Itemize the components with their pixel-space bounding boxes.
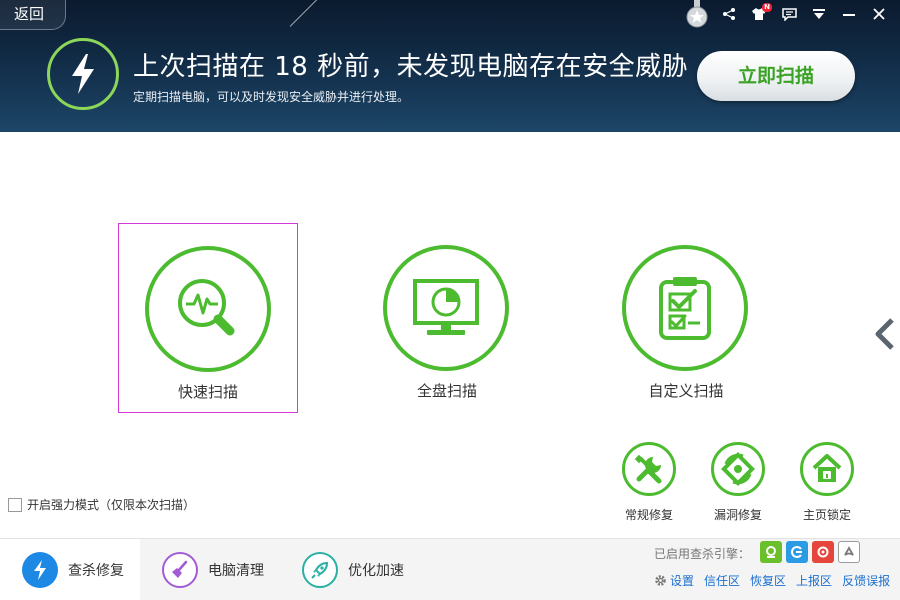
- full-scan-label: 全盘扫描: [416, 382, 477, 400]
- engine-blue-icon[interactable]: [786, 541, 808, 563]
- chevron-left-icon[interactable]: [872, 316, 896, 352]
- quick-scan-label: 快速扫描: [177, 383, 238, 401]
- bolt-icon: [22, 552, 58, 588]
- minimize-icon[interactable]: [838, 3, 860, 25]
- routine-repair-label: 常规修复: [624, 508, 673, 522]
- tab-pc-cleanup-label: 电脑清理: [208, 563, 264, 579]
- vulnerability-repair-label: 漏洞修复: [713, 508, 762, 522]
- homepage-lock-tool[interactable]: 主页锁定: [792, 442, 862, 532]
- menu-icon[interactable]: [808, 3, 830, 25]
- message-icon[interactable]: [778, 3, 800, 25]
- broom-icon: [162, 552, 198, 588]
- routine-repair-tool[interactable]: 常规修复: [614, 442, 684, 532]
- full-scan-icon: [383, 245, 509, 371]
- rocket-icon: [302, 552, 338, 588]
- medal-icon[interactable]: [686, 0, 708, 28]
- close-icon[interactable]: [868, 3, 890, 25]
- custom-scan-label: 自定义扫描: [648, 382, 724, 400]
- custom-scan-icon: [622, 245, 748, 371]
- skin-icon[interactable]: N: [748, 3, 772, 25]
- engines-label: 已启用查杀引擎：: [654, 547, 751, 561]
- new-badge: N: [762, 3, 772, 12]
- homepage-lock-label: 主页锁定: [802, 508, 851, 522]
- tab-antivirus-repair-label: 查杀修复: [68, 563, 124, 579]
- quick-scan-option[interactable]: 快速扫描: [118, 223, 298, 413]
- custom-scan-option[interactable]: 自定义扫描: [596, 223, 776, 413]
- upload-zone-link[interactable]: 上报区: [796, 572, 832, 589]
- strong-mode-label: 开启强力模式（仅限本次扫描）: [27, 498, 196, 512]
- false-positive-feedback-link[interactable]: 反馈误报: [842, 572, 890, 589]
- settings-link[interactable]: 设置: [654, 572, 694, 589]
- settings-label: 设置: [670, 574, 695, 588]
- scan-header: 返回 上次扫描在 18 秒前，未发现电脑存在安全威胁 定期扫描电脑，可以及时发现…: [0, 0, 900, 132]
- engine-red-icon[interactable]: [812, 541, 834, 563]
- tab-optimize-speed[interactable]: 优化加速: [280, 539, 420, 600]
- vulnerability-repair-tool[interactable]: 漏洞修复: [703, 442, 773, 532]
- engine-green-icon[interactable]: [760, 541, 782, 563]
- scan-now-button[interactable]: 立即扫描: [697, 51, 855, 101]
- home-lock-icon: [800, 442, 854, 496]
- share-icon[interactable]: [718, 3, 740, 25]
- scan-status-subline: 定期扫描电脑，可以及时发现安全威胁并进行处理。: [133, 90, 410, 104]
- strong-mode-toggle[interactable]: 开启强力模式（仅限本次扫描）: [8, 496, 195, 513]
- quick-scan-icon: [145, 246, 271, 372]
- engine-icons: [760, 541, 860, 563]
- gear-icon: [655, 575, 666, 586]
- tab-pc-cleanup[interactable]: 电脑清理: [140, 539, 280, 600]
- bottom-links: 设置 信任区 恢复区 上报区 反馈误报: [654, 572, 890, 589]
- tab-antivirus-repair[interactable]: 查杀修复: [0, 539, 140, 600]
- status-bolt-icon: [47, 38, 119, 110]
- strong-mode-checkbox[interactable]: [8, 497, 22, 512]
- engine-gray-icon[interactable]: [838, 541, 860, 563]
- header-streak: [289, 0, 321, 27]
- tab-optimize-speed-label: 优化加速: [348, 563, 404, 579]
- full-scan-option[interactable]: 全盘扫描: [357, 223, 537, 413]
- vulnerability-icon: [711, 442, 765, 496]
- scan-status-headline: 上次扫描在 18 秒前，未发现电脑存在安全威胁: [133, 52, 689, 82]
- trust-zone-link[interactable]: 信任区: [704, 572, 740, 589]
- restore-zone-link[interactable]: 恢复区: [750, 572, 786, 589]
- tools-icon: [622, 442, 676, 496]
- back-button[interactable]: 返回: [0, 0, 66, 30]
- lightning-icon: [72, 54, 94, 94]
